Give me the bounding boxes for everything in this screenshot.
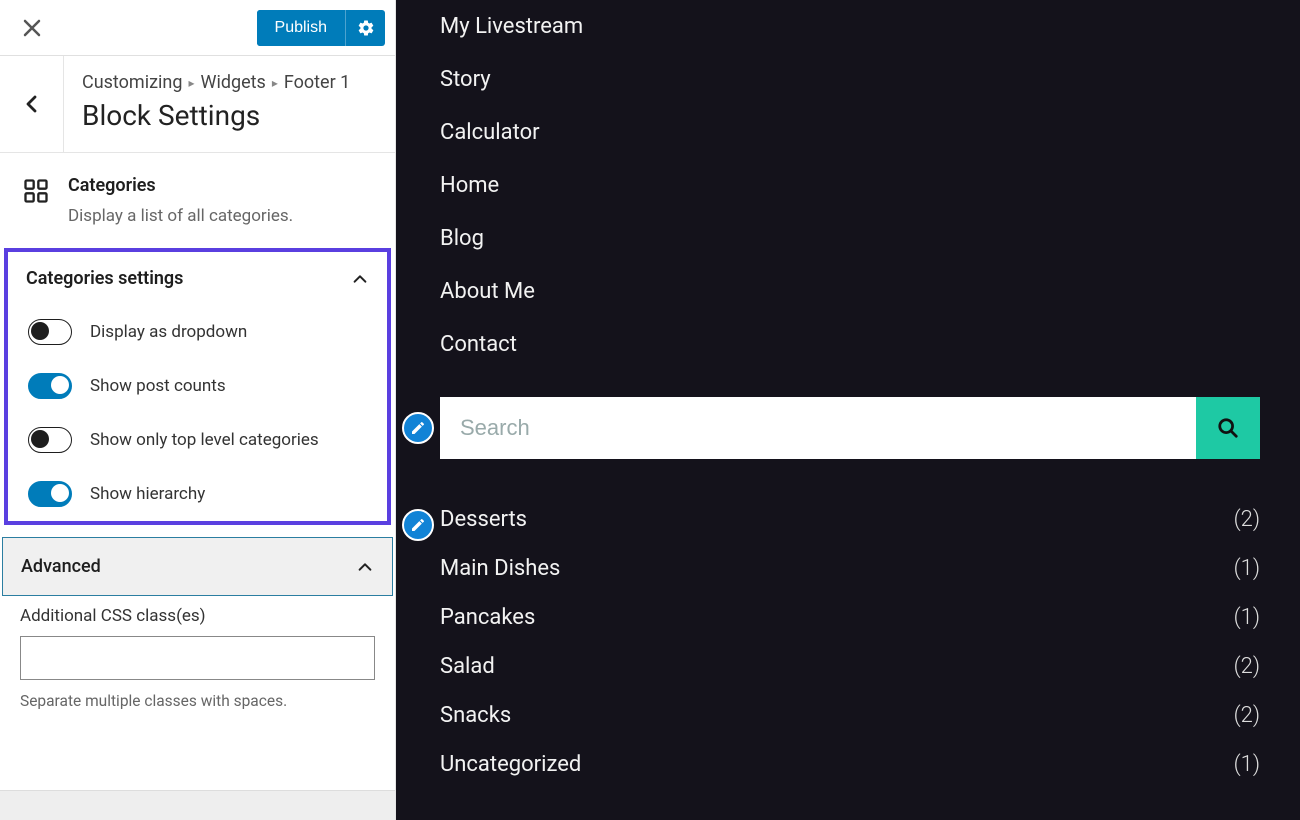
- category-name: Snacks: [440, 703, 511, 728]
- additional-css-input[interactable]: [20, 636, 375, 680]
- nav-item[interactable]: Blog: [440, 212, 1260, 265]
- category-count: (1): [1234, 556, 1260, 581]
- breadcrumb-l2[interactable]: Footer 1: [284, 72, 350, 93]
- nav-item[interactable]: Home: [440, 159, 1260, 212]
- category-count: (1): [1234, 605, 1260, 630]
- toggle-row: Show hierarchy: [8, 467, 387, 521]
- advanced-section: Advanced: [2, 537, 393, 596]
- breadcrumb-sep: ▸: [188, 76, 194, 90]
- block-description: Display a list of all categories.: [68, 206, 293, 226]
- chevron-left-icon: [24, 94, 40, 114]
- category-name: Uncategorized: [440, 752, 581, 777]
- field-label: Additional CSS class(es): [20, 606, 375, 626]
- category-row[interactable]: Pancakes (1): [440, 593, 1260, 642]
- publish-settings-button[interactable]: [345, 10, 385, 46]
- search-input[interactable]: [440, 397, 1196, 459]
- nav-item[interactable]: Contact: [440, 318, 1260, 371]
- publish-button[interactable]: Publish: [257, 10, 345, 46]
- category-row[interactable]: Snacks (2): [440, 691, 1260, 740]
- site-preview: My LivestreamStoryCalculatorHomeBlogAbou…: [396, 0, 1300, 820]
- category-count: (1): [1234, 752, 1260, 777]
- categories-widget: Desserts (2) Main Dishes (1) Pancakes (1) Sala…: [440, 495, 1260, 789]
- back-button[interactable]: [0, 56, 64, 152]
- close-icon: [22, 18, 42, 38]
- close-button[interactable]: [10, 6, 54, 50]
- footer-nav: My LivestreamStoryCalculatorHomeBlogAbou…: [440, 0, 1260, 371]
- panel-footer: [0, 790, 395, 820]
- breadcrumb: Customizing ▸ Widgets ▸ Footer 1: [82, 72, 377, 93]
- section-title: Advanced: [21, 556, 101, 577]
- search-widget: [440, 397, 1260, 459]
- toggle-label: Show only top level categories: [90, 430, 319, 450]
- breadcrumb-sep: ▸: [272, 76, 278, 90]
- nav-item[interactable]: My Livestream: [440, 0, 1260, 53]
- category-name: Pancakes: [440, 605, 535, 630]
- section-header-advanced[interactable]: Advanced: [3, 538, 392, 595]
- section-header-categories[interactable]: Categories settings: [8, 252, 387, 305]
- breadcrumb-l1[interactable]: Widgets: [200, 72, 265, 93]
- field-help: Separate multiple classes with spaces.: [20, 692, 375, 710]
- search-button[interactable]: [1196, 397, 1260, 459]
- nav-item[interactable]: Calculator: [440, 106, 1260, 159]
- pencil-icon: [410, 517, 426, 533]
- chevron-up-icon: [351, 270, 369, 288]
- page-title: Block Settings: [82, 99, 377, 132]
- edit-shortcut-categories[interactable]: [402, 509, 434, 541]
- additional-css-field: Additional CSS class(es) Separate multip…: [0, 596, 395, 730]
- toggle-1[interactable]: [28, 373, 72, 399]
- block-name: Categories: [68, 175, 293, 196]
- publish-group: Publish: [257, 10, 385, 46]
- customizer-panel: Publish Customizing ▸ Widgets ▸ Footer 1…: [0, 0, 396, 820]
- chevron-up-icon: [356, 558, 374, 576]
- toggle-row: Display as dropdown: [8, 305, 387, 359]
- gear-icon: [357, 19, 375, 37]
- category-name: Desserts: [440, 507, 527, 532]
- nav-item[interactable]: Story: [440, 53, 1260, 106]
- toggle-label: Show hierarchy: [90, 484, 205, 504]
- toggle-label: Show post counts: [90, 376, 226, 396]
- category-row[interactable]: Uncategorized (1): [440, 740, 1260, 789]
- category-row[interactable]: Main Dishes (1): [440, 544, 1260, 593]
- section-title: Categories settings: [26, 268, 183, 289]
- topbar: Publish: [0, 0, 395, 56]
- categories-settings-section: Categories settings Display as dropdown S…: [4, 248, 391, 525]
- toggle-row: Show post counts: [8, 359, 387, 413]
- toggle-0[interactable]: [28, 319, 72, 345]
- header-row: Customizing ▸ Widgets ▸ Footer 1 Block S…: [0, 56, 395, 153]
- edit-shortcut-search[interactable]: [402, 412, 434, 444]
- category-count: (2): [1234, 507, 1260, 532]
- toggle-2[interactable]: [28, 427, 72, 453]
- breadcrumb-root: Customizing: [82, 72, 182, 93]
- search-icon: [1217, 417, 1239, 439]
- category-name: Main Dishes: [440, 556, 560, 581]
- block-intro: Categories Display a list of all categor…: [0, 153, 395, 248]
- nav-item[interactable]: About Me: [440, 265, 1260, 318]
- categories-block-icon: [22, 177, 50, 205]
- category-name: Salad: [440, 654, 495, 679]
- category-row[interactable]: Salad (2): [440, 642, 1260, 691]
- toggle-label: Display as dropdown: [90, 322, 247, 342]
- category-count: (2): [1234, 703, 1260, 728]
- category-count: (2): [1234, 654, 1260, 679]
- pencil-icon: [410, 420, 426, 436]
- toggle-row: Show only top level categories: [8, 413, 387, 467]
- category-row[interactable]: Desserts (2): [440, 495, 1260, 544]
- toggle-3[interactable]: [28, 481, 72, 507]
